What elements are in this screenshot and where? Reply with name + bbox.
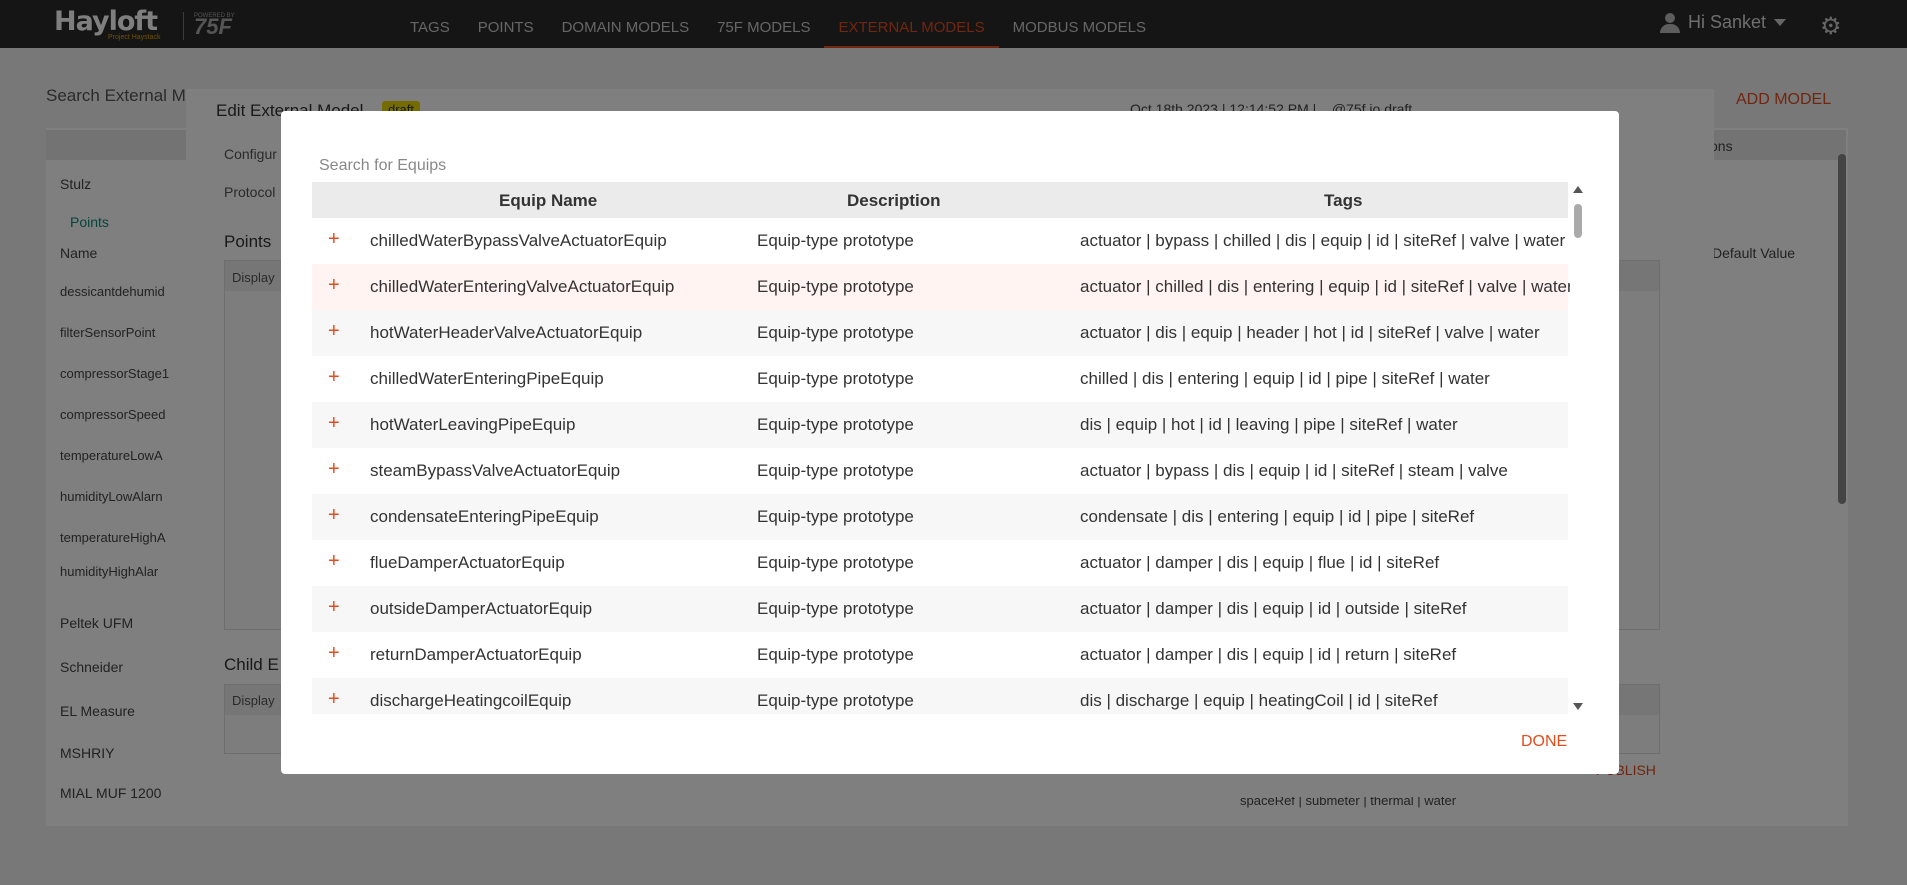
add-icon[interactable]: + — [328, 320, 340, 343]
equip-description: Equip-type prototype — [757, 507, 914, 526]
equip-tags: actuator | damper | dis | equip | id | o… — [1080, 599, 1467, 618]
table-row[interactable]: + chilledWaterEnteringPipeEquip Equip-ty… — [312, 356, 1568, 402]
table-row[interactable]: + returnDamperActuatorEquip Equip-type p… — [312, 632, 1568, 678]
table-row[interactable]: + flueDamperActuatorEquip Equip-type pro… — [312, 540, 1568, 586]
equip-description: Equip-type prototype — [757, 599, 914, 618]
table-row[interactable]: + steamBypassValveActuatorEquip Equip-ty… — [312, 448, 1568, 494]
table-row[interactable]: + chilledWaterBypassValveActuatorEquip E… — [312, 218, 1568, 264]
table-row[interactable]: + dischargeHeatingcoilEquip Equip-type p… — [312, 678, 1568, 714]
add-equip-modal: Equip Name Description Tags + chilledWat… — [281, 111, 1619, 774]
equip-tags: condensate | dis | entering | equip | id… — [1080, 507, 1475, 526]
equip-tags: dis | equip | hot | id | leaving | pipe … — [1080, 415, 1458, 434]
table-scrollbar[interactable] — [1571, 182, 1585, 714]
equip-name: condensateEnteringPipeEquip — [370, 507, 599, 526]
col-tags: Tags — [1324, 191, 1363, 210]
equip-description: Equip-type prototype — [757, 553, 914, 572]
table-row[interactable]: + hotWaterLeavingPipeEquip Equip-type pr… — [312, 402, 1568, 448]
table-row[interactable]: + hotWaterHeaderValveActuatorEquip Equip… — [312, 310, 1568, 356]
add-icon[interactable]: + — [328, 412, 340, 435]
table-row[interactable]: + chilledWaterEnteringValveActuatorEquip… — [312, 264, 1570, 310]
add-icon[interactable]: + — [328, 458, 340, 481]
equip-description: Equip-type prototype — [757, 461, 914, 480]
equip-description: Equip-type prototype — [757, 369, 914, 388]
add-icon[interactable]: + — [328, 688, 340, 711]
equip-name: steamBypassValveActuatorEquip — [370, 461, 621, 480]
equip-tags: actuator | damper | dis | equip | flue |… — [1080, 553, 1440, 572]
equip-name: hotWaterLeavingPipeEquip — [370, 415, 576, 434]
equips-table-header: Equip Name Description Tags — [312, 182, 1568, 218]
table-row[interactable]: + condensateEnteringPipeEquip Equip-type… — [312, 494, 1568, 540]
equip-tags: actuator | bypass | chilled | dis | equi… — [1080, 231, 1566, 250]
add-icon[interactable]: + — [328, 366, 340, 389]
equip-name: flueDamperActuatorEquip — [370, 553, 565, 572]
equip-description: Equip-type prototype — [757, 323, 914, 342]
done-button[interactable]: DONE — [1521, 733, 1567, 751]
equip-name: chilledWaterBypassValveActuatorEquip — [370, 231, 667, 250]
col-description: Description — [847, 191, 941, 210]
equip-name: outsideDamperActuatorEquip — [370, 599, 593, 618]
equip-tags: actuator | dis | equip | header | hot | … — [1080, 323, 1540, 342]
table-row[interactable]: + outsideDamperActuatorEquip Equip-type … — [312, 586, 1568, 632]
scroll-thumb[interactable] — [1574, 204, 1582, 238]
equip-tags: actuator | damper | dis | equip | id | r… — [1080, 645, 1457, 664]
add-icon[interactable]: + — [328, 274, 340, 297]
col-equip-name: Equip Name — [499, 191, 598, 210]
equip-tags: dis | discharge | equip | heatingCoil | … — [1080, 691, 1438, 710]
equip-name: returnDamperActuatorEquip — [370, 645, 582, 664]
add-icon[interactable]: + — [328, 642, 340, 665]
equip-name: chilledWaterEnteringValveActuatorEquip — [370, 277, 675, 296]
equips-table: Equip Name Description Tags + chilledWat… — [312, 182, 1570, 714]
add-icon[interactable]: + — [328, 596, 340, 619]
add-icon[interactable]: + — [328, 504, 340, 527]
equip-name: chilledWaterEnteringPipeEquip — [370, 369, 604, 388]
equip-description: Equip-type prototype — [757, 231, 914, 250]
equip-description: Equip-type prototype — [757, 277, 914, 296]
equip-tags: actuator | chilled | dis | entering | eq… — [1080, 277, 1570, 296]
search-equips-input[interactable] — [319, 147, 697, 185]
add-icon[interactable]: + — [328, 550, 340, 573]
scroll-down-icon[interactable] — [1573, 703, 1583, 710]
add-icon[interactable]: + — [328, 228, 340, 251]
equip-description: Equip-type prototype — [757, 645, 914, 664]
equip-tags: chilled | dis | entering | equip | id | … — [1080, 369, 1490, 388]
equip-description: Equip-type prototype — [757, 415, 914, 434]
scroll-up-icon[interactable] — [1573, 186, 1583, 193]
equip-tags: actuator | bypass | dis | equip | id | s… — [1080, 461, 1508, 480]
equip-name: hotWaterHeaderValveActuatorEquip — [370, 323, 643, 342]
equip-name: dischargeHeatingcoilEquip — [370, 691, 572, 710]
equip-description: Equip-type prototype — [757, 691, 914, 710]
